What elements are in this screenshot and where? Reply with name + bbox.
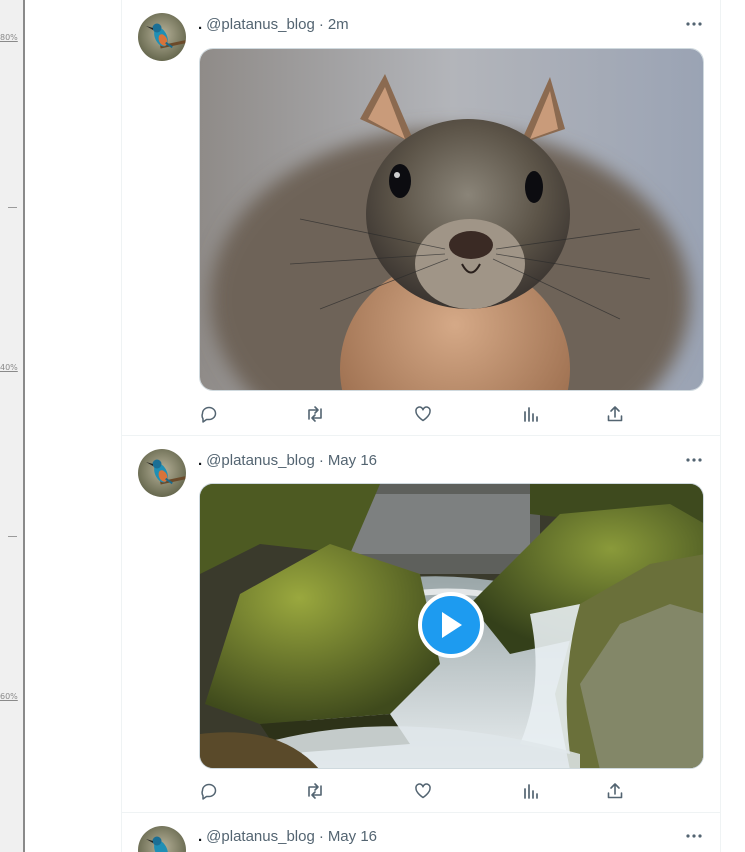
post-header: . @platanus_blog · May 16 (198, 827, 377, 845)
ruler-label-bottom: 60% (0, 692, 18, 701)
author-name[interactable]: . (198, 452, 202, 469)
separator: · (318, 827, 324, 845)
author-handle[interactable]: @platanus_blog (206, 16, 315, 33)
more-options-icon[interactable] (684, 826, 704, 846)
post-actions (199, 781, 629, 801)
author-handle[interactable]: @platanus_blog (206, 452, 315, 469)
post-actions (199, 404, 629, 424)
kingfisher-avatar-icon[interactable] (138, 449, 186, 497)
play-icon[interactable] (418, 592, 484, 658)
like-icon[interactable] (413, 404, 433, 424)
reply-icon[interactable] (199, 404, 219, 424)
views-icon[interactable] (521, 404, 541, 424)
separator: · (318, 451, 324, 469)
ruler-label-middle: 40% (0, 363, 18, 372)
more-options-icon[interactable] (684, 450, 704, 470)
repost-icon[interactable] (305, 404, 325, 424)
ruler-tick (8, 207, 17, 208)
post-time[interactable]: May 16 (328, 452, 377, 469)
share-icon[interactable] (605, 404, 625, 424)
right-column-edge (740, 0, 745, 852)
repost-icon[interactable] (305, 781, 325, 801)
separator: · (318, 15, 324, 33)
post-video-waterfall[interactable] (199, 483, 704, 769)
post-3[interactable]: . @platanus_blog · May 16 (122, 813, 720, 852)
kingfisher-avatar-icon[interactable] (138, 13, 186, 61)
kingfisher-avatar-icon[interactable] (138, 826, 186, 852)
post-time[interactable]: May 16 (328, 828, 377, 845)
page-ruler: 80% 40% 60% (0, 0, 25, 852)
ruler-tick (8, 536, 17, 537)
post-header: . @platanus_blog · May 16 (198, 451, 377, 469)
author-handle[interactable]: @platanus_blog (206, 828, 315, 845)
post-image-squirrel[interactable] (199, 48, 704, 391)
post-1[interactable]: . @platanus_blog · 2m (122, 0, 720, 436)
share-icon[interactable] (605, 781, 625, 801)
reply-icon[interactable] (199, 781, 219, 801)
post-header: . @platanus_blog · 2m (198, 15, 349, 33)
timeline-feed: . @platanus_blog · 2m . @platanus_blog ·… (121, 0, 721, 852)
more-options-icon[interactable] (684, 14, 704, 34)
post-time[interactable]: 2m (328, 16, 349, 33)
author-name[interactable]: . (198, 16, 202, 33)
ruler-label-top: 80% (0, 33, 18, 42)
author-name[interactable]: . (198, 828, 202, 845)
post-2[interactable]: . @platanus_blog · May 16 (122, 436, 720, 813)
views-icon[interactable] (521, 781, 541, 801)
like-icon[interactable] (413, 781, 433, 801)
